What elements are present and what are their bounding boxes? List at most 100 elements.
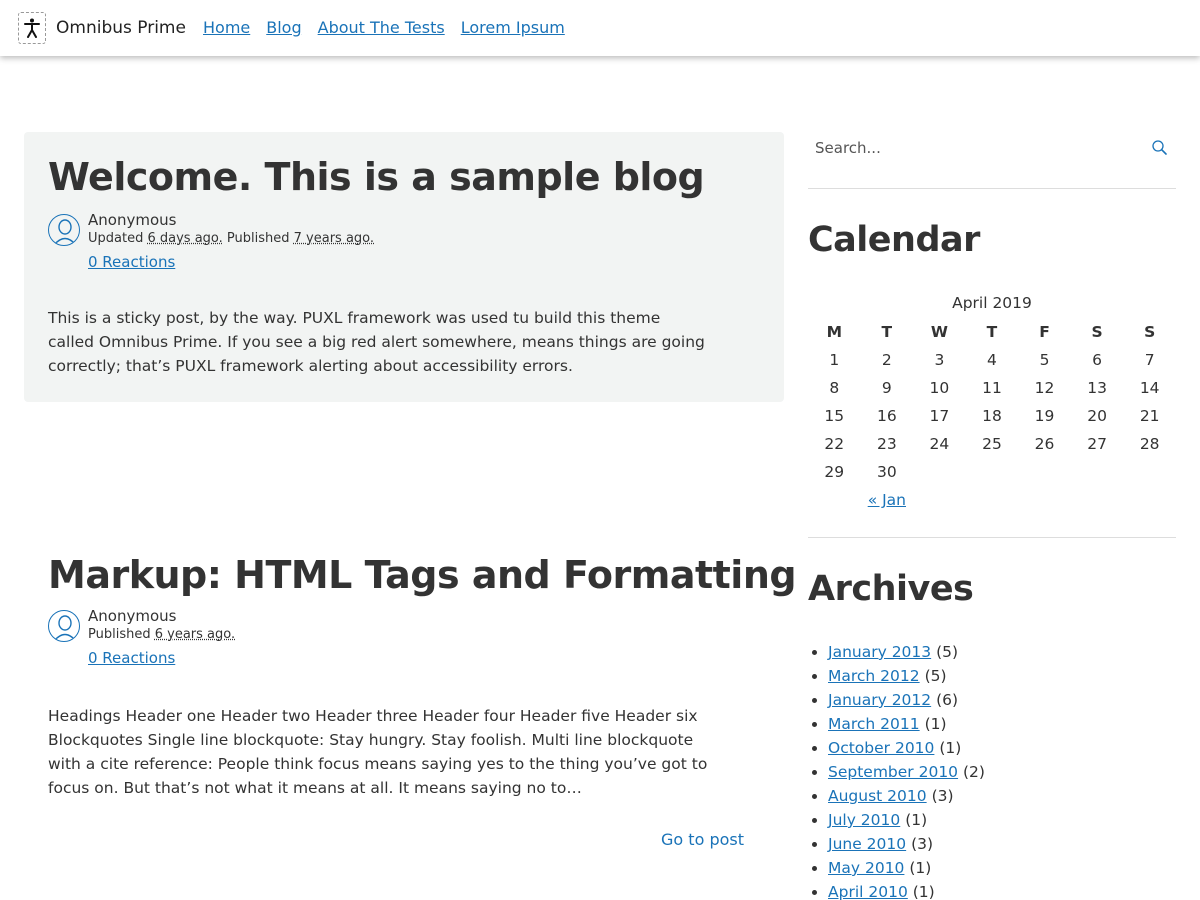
calendar-day: 27 (1087, 435, 1107, 453)
archive-link[interactable]: April 2010 (828, 883, 908, 900)
published-date: 7 years ago. (293, 231, 375, 246)
post-author: Anonymous (88, 607, 177, 625)
calendar-day: 2 (881, 351, 892, 369)
archive-count: (5) (924, 667, 947, 685)
calendar-weekday: S (1091, 323, 1103, 341)
archive-item: August 2010 (3) (828, 784, 985, 808)
user-avatar-icon (48, 214, 80, 246)
archive-count: (1) (924, 715, 947, 733)
archive-item: April 2010 (1) (828, 880, 985, 900)
published-date: 6 years ago. (154, 627, 236, 642)
archive-item: September 2010 (2) (828, 760, 985, 784)
post-excerpt: This is a sticky post, by the way. PUXL … (48, 309, 705, 375)
post-author: Anonymous (88, 211, 177, 229)
archive-count: (5) (936, 643, 959, 661)
post-title[interactable]: Markup: HTML Tags and Formatting (48, 552, 797, 598)
calendar-day (1018, 458, 1071, 486)
site-title[interactable]: Omnibus Prime (56, 18, 186, 38)
calendar-day: 1 (829, 351, 840, 369)
calendar-title: Calendar (808, 220, 980, 260)
site-brand[interactable]: Omnibus Prime (18, 12, 186, 44)
archive-link[interactable]: January 2012 (828, 691, 931, 709)
archive-link[interactable]: January 2013 (828, 643, 931, 661)
archive-item: March 2011 (1) (828, 712, 985, 736)
calendar-weekday: F (1039, 323, 1050, 341)
calendar-week-row: 1 2 3 4 5 6 7 (808, 346, 1176, 374)
main-nav: Home Blog About The Tests Lorem Ipsum (203, 18, 581, 37)
calendar-day: 17 (929, 407, 950, 425)
calendar-day: 20 (1087, 407, 1107, 425)
calendar-day: 19 (1034, 407, 1055, 425)
calendar-body: 1 2 3 4 5 6 7 8 9 10 11 12 13 14 15 16 17 18 19 20 21 22 23 24 2… (808, 346, 1176, 486)
archive-link[interactable]: August 2010 (828, 787, 927, 805)
calendar-prev-link[interactable]: « Jan (868, 491, 906, 509)
nav-blog-link[interactable]: Blog (266, 18, 301, 37)
calendar-day: 6 (1092, 351, 1103, 369)
calendar-day (913, 458, 966, 486)
calendar-day: 9 (881, 379, 892, 397)
calendar-day: 7 (1144, 351, 1155, 369)
archive-link[interactable]: March 2011 (828, 715, 920, 733)
archives-title: Archives (808, 569, 974, 609)
calendar-weekday: T (881, 323, 893, 341)
sticky-post: Welcome. This is a sample blog Anonymous… (24, 132, 784, 402)
calendar-day: 3 (934, 351, 945, 369)
archive-count: (1) (912, 883, 935, 900)
archive-item: July 2010 (1) (828, 808, 985, 832)
calendar-week-row: 15 16 17 18 19 20 21 (808, 402, 1176, 430)
archive-item: October 2010 (1) (828, 736, 985, 760)
site-header: Omnibus Prime Home Blog About The Tests … (0, 0, 1200, 56)
search-form (808, 132, 1176, 189)
archive-link[interactable]: October 2010 (828, 739, 934, 757)
archive-count: (3) (931, 787, 954, 805)
calendar-day (966, 458, 1019, 486)
calendar-day: 25 (982, 435, 1002, 453)
calendar-week-row: 8 9 10 11 12 13 14 (808, 374, 1176, 402)
calendar-day: 14 (1139, 379, 1160, 397)
calendar-day (1071, 458, 1124, 486)
calendar-day: 26 (1034, 435, 1055, 453)
calendar-day: 5 (1039, 351, 1050, 369)
go-to-post-link[interactable]: Go to post (661, 830, 744, 849)
calendar-weekday-row: MTWTFSS (808, 318, 1176, 346)
calendar-next-cell (966, 486, 1176, 514)
reactions-link[interactable]: 0 Reactions (88, 649, 175, 667)
search-icon[interactable] (1150, 138, 1170, 158)
calendar-prev-cell: « Jan (808, 486, 966, 514)
nav-about-the-tests-link[interactable]: About The Tests (318, 18, 445, 37)
archive-item: January 2012 (6) (828, 688, 985, 712)
post-dates: Published 6 years ago. (88, 627, 235, 642)
calendar-week-row: 29 30 (808, 458, 1176, 486)
reactions-link[interactable]: 0 Reactions (88, 253, 175, 271)
calendar-day: 4 (987, 351, 997, 369)
calendar-day: 22 (824, 435, 845, 453)
calendar-nav-row: « Jan (808, 486, 1176, 514)
calendar-day: 10 (929, 379, 950, 397)
calendar-day: 15 (824, 407, 845, 425)
post-title[interactable]: Welcome. This is a sample blog (48, 154, 705, 200)
archive-link[interactable]: June 2010 (828, 835, 906, 853)
calendar-week-row: 22 23 24 25 26 27 28 (808, 430, 1176, 458)
post-excerpt: Headings Header one Header two Header th… (48, 707, 708, 797)
archive-link[interactable]: September 2010 (828, 763, 958, 781)
archive-link[interactable]: July 2010 (828, 811, 900, 829)
archive-link[interactable]: May 2010 (828, 859, 904, 877)
post: Markup: HTML Tags and Formatting Anonymo… (24, 530, 797, 870)
archive-item: May 2010 (1) (828, 856, 985, 880)
archives-list: January 2013 (5)March 2012 (5)January 20… (828, 640, 985, 900)
calendar-day (1123, 458, 1176, 486)
accessibility-person-icon (18, 12, 46, 44)
archive-item: January 2013 (5) (828, 640, 985, 664)
nav-lorem-ipsum-link[interactable]: Lorem Ipsum (461, 18, 565, 37)
calendar-day: 29 (824, 463, 845, 481)
archive-link[interactable]: March 2012 (828, 667, 920, 685)
archive-item: March 2012 (5) (828, 664, 985, 688)
search-input[interactable] (808, 132, 1138, 164)
calendar-day: 23 (876, 435, 897, 453)
calendar-day: 21 (1139, 407, 1160, 425)
nav-home-link[interactable]: Home (203, 18, 250, 37)
archive-count: (1) (939, 739, 962, 757)
calendar-day: 30 (876, 463, 897, 481)
published-label: Published (88, 627, 151, 642)
calendar-weekday: M (826, 323, 842, 341)
